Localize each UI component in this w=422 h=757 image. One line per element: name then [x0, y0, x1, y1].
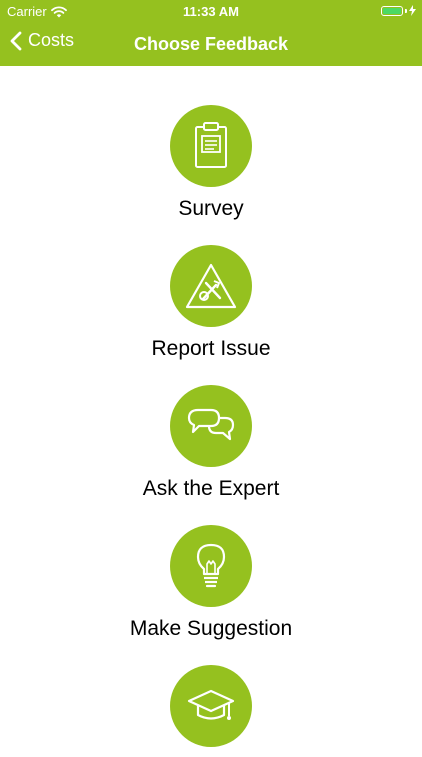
- option-education[interactable]: [0, 665, 422, 757]
- page-title: Choose Feedback: [133, 34, 289, 54]
- option-ask-the-expert-label: Ask the Expert: [142, 477, 280, 500]
- option-survey-label: Survey: [178, 197, 244, 220]
- option-survey-circle: [170, 105, 252, 187]
- battery-tip: [405, 8, 407, 13]
- option-report-issue[interactable]: Report Issue: [0, 245, 422, 361]
- battery-level: [383, 7, 401, 14]
- option-make-suggestion-circle: [170, 525, 252, 607]
- lightbulb-icon: [196, 543, 226, 588]
- battery-icon: [381, 5, 403, 16]
- graduation-cap-icon: [187, 689, 235, 720]
- option-report-issue-label: Report Issue: [151, 337, 271, 360]
- option-report-issue-circle: [170, 245, 252, 327]
- option-ask-the-expert[interactable]: Ask the Expert: [0, 385, 422, 501]
- status-bar: Carrier 11:33 AM: [0, 0, 422, 22]
- navigation-bar: Costs Choose Feedback: [0, 22, 422, 66]
- option-education-circle: [170, 665, 252, 747]
- option-ask-the-expert-circle: [170, 385, 252, 467]
- top-bar: Carrier 11:33 AM Costs Choose Feedback: [0, 0, 422, 66]
- option-survey[interactable]: Survey: [0, 105, 422, 221]
- option-make-suggestion-label: Make Suggestion: [129, 617, 293, 640]
- charging-bolt-icon: [409, 5, 416, 16]
- battery-indicator: [381, 5, 416, 16]
- option-make-suggestion[interactable]: Make Suggestion: [0, 525, 422, 641]
- status-time: 11:33 AM: [183, 4, 239, 19]
- warning-tools-icon: [185, 263, 237, 309]
- chat-bubbles-icon: [187, 408, 235, 441]
- clipboard-icon: [195, 122, 227, 168]
